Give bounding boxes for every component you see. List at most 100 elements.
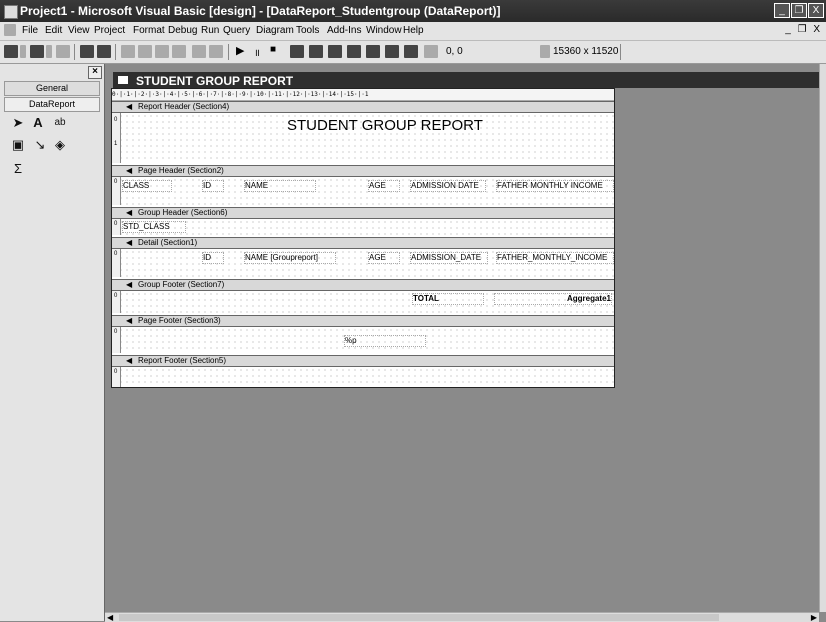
- label-id[interactable]: ID: [202, 180, 224, 192]
- section-label: Report Footer (Section5): [138, 356, 227, 365]
- designer-title-bar: STUDENT GROUP REPORT: [113, 72, 819, 88]
- mdi-window-controls[interactable]: _ ❐ X: [785, 24, 822, 35]
- section-header-group-footer[interactable]: ◀ Group Footer (Section7): [112, 279, 614, 291]
- menu-edit[interactable]: Edit: [45, 25, 62, 36]
- paste-icon[interactable]: [155, 45, 169, 58]
- toolbox-icon[interactable]: [366, 45, 380, 58]
- designer-title: STUDENT GROUP REPORT: [136, 74, 294, 88]
- save-project-icon[interactable]: [97, 45, 111, 58]
- menu-window[interactable]: Window: [366, 25, 402, 36]
- report-design-surface[interactable]: 0·|·1·|·2·|·3·|·4·|·5·|·6·|·7·|·8·|·9·|·…: [111, 88, 615, 388]
- title-bar: Project1 - Microsoft Visual Basic [desig…: [0, 0, 826, 22]
- restore-button[interactable]: ❐: [791, 3, 807, 18]
- vertical-scrollbar[interactable]: [819, 64, 826, 612]
- section-label: Group Footer (Section7): [138, 280, 225, 289]
- start-icon[interactable]: ▶: [236, 44, 244, 57]
- section-arrow-icon: ◀: [126, 316, 133, 325]
- undo-icon[interactable]: [192, 45, 206, 58]
- vb-app-icon[interactable]: [4, 5, 18, 19]
- add-form-icon[interactable]: [30, 45, 44, 58]
- minimize-button[interactable]: _: [774, 3, 790, 18]
- visual-component-manager-icon[interactable]: [404, 45, 418, 58]
- section-header-detail[interactable]: ◀ Detail (Section1): [112, 237, 614, 249]
- section-arrow-icon: ◀: [126, 208, 133, 217]
- section-header-group-header[interactable]: ◀ Group Header (Section6): [112, 207, 614, 219]
- section-header-page-header[interactable]: ◀ Page Header (Section2): [112, 165, 614, 177]
- label-icon[interactable]: A: [30, 116, 46, 130]
- cut-icon[interactable]: [121, 45, 135, 58]
- function-aggregate1[interactable]: Aggregate1: [494, 293, 612, 305]
- break-icon[interactable]: ॥: [254, 45, 260, 59]
- menu-bar: File Edit View Project Format Debug Run …: [0, 22, 826, 41]
- report-header-body[interactable]: 01 STUDENT GROUP REPORT: [112, 113, 614, 163]
- section-header-report-header[interactable]: ◀ Report Header (Section4): [112, 101, 614, 113]
- image-icon[interactable]: ▣: [10, 138, 26, 152]
- detail-body[interactable]: 0 ID NAME [Groupreport] AGE ADMISSION_DA…: [112, 249, 614, 277]
- textbox-name[interactable]: NAME [Groupreport]: [244, 252, 336, 264]
- menu-tools[interactable]: Tools: [296, 25, 319, 36]
- standard-toolbar: ▶ ॥ ■ 0, 0 15360 x 11520: [0, 41, 826, 64]
- section-label: Page Footer (Section3): [138, 316, 221, 325]
- textbox-id[interactable]: ID: [202, 252, 224, 264]
- menu-run[interactable]: Run: [201, 25, 219, 36]
- report-title-label[interactable]: STUDENT GROUP REPORT: [287, 117, 483, 135]
- find-icon[interactable]: [172, 45, 186, 58]
- textbox-father-monthly-income[interactable]: FATHER_MONTHLY_INCOME: [496, 252, 614, 264]
- redo-icon[interactable]: [209, 45, 223, 58]
- label-admission-date[interactable]: ADMISSION DATE: [410, 180, 486, 192]
- label-name[interactable]: NAME: [244, 180, 316, 192]
- mdi-doc-icon[interactable]: [4, 24, 16, 36]
- menu-debug[interactable]: Debug: [168, 25, 197, 36]
- section-header-page-footer[interactable]: ◀ Page Footer (Section3): [112, 315, 614, 327]
- label-father-monthly-income[interactable]: FATHER MONTHLY INCOME: [496, 180, 614, 192]
- close-icon[interactable]: ×: [88, 66, 102, 79]
- end-icon[interactable]: ■: [270, 44, 276, 55]
- menu-editor-icon[interactable]: [56, 45, 70, 58]
- label-class[interactable]: CLASS: [122, 180, 172, 192]
- line-icon[interactable]: ↘: [32, 138, 48, 152]
- page-header-body[interactable]: 0 CLASS ID NAME AGE ADMISSION DATE FATHE…: [112, 177, 614, 205]
- menu-file[interactable]: File: [22, 25, 38, 36]
- menu-query[interactable]: Query: [223, 25, 250, 36]
- group-footer-body[interactable]: 0 TOTAL Aggregate1: [112, 291, 614, 313]
- section-header-report-footer[interactable]: ◀ Report Footer (Section5): [112, 355, 614, 367]
- page-footer-body[interactable]: 0 %p: [112, 327, 614, 353]
- group-header-body[interactable]: 0 STD_CLASS: [112, 219, 614, 235]
- size-icon: [540, 45, 550, 58]
- close-button[interactable]: X: [808, 3, 824, 18]
- object-browser-icon[interactable]: [347, 45, 361, 58]
- label-age[interactable]: AGE: [368, 180, 400, 192]
- menu-project[interactable]: Project: [94, 25, 125, 36]
- properties-window-icon[interactable]: [309, 45, 323, 58]
- menu-add-ins[interactable]: Add-Ins: [327, 25, 361, 36]
- function-icon[interactable]: Σ: [10, 162, 26, 176]
- label-page-number[interactable]: %p: [344, 335, 426, 347]
- report-footer-body[interactable]: 0: [112, 367, 614, 387]
- menu-help[interactable]: Help: [403, 25, 424, 36]
- shape-icon[interactable]: ◈: [52, 138, 68, 152]
- dropdown-arrow-icon[interactable]: [20, 45, 26, 58]
- dropdown-arrow-icon[interactable]: [46, 45, 52, 58]
- form-layout-icon[interactable]: [328, 45, 342, 58]
- textbox-age[interactable]: AGE: [368, 252, 400, 264]
- textbox-admission-date[interactable]: ADMISSION_DATE: [410, 252, 488, 264]
- label-total[interactable]: TOTAL: [412, 293, 484, 305]
- section-arrow-icon: ◀: [126, 280, 133, 289]
- data-view-icon[interactable]: [385, 45, 399, 58]
- copy-icon[interactable]: [138, 45, 152, 58]
- menu-view[interactable]: View: [68, 25, 90, 36]
- toolbox-panel: × General DataReport ➤ A ab ▣ ↘ ◈ Σ: [0, 64, 105, 621]
- menu-format[interactable]: Format: [133, 25, 165, 36]
- tab-datareport[interactable]: DataReport: [4, 97, 100, 112]
- project-explorer-icon[interactable]: [290, 45, 304, 58]
- textbox-std-class[interactable]: STD_CLASS: [122, 221, 186, 233]
- add-project-icon[interactable]: [4, 45, 18, 58]
- pointer-icon[interactable]: ➤: [10, 116, 26, 130]
- open-project-icon[interactable]: [80, 45, 94, 58]
- menu-diagram[interactable]: Diagram: [256, 25, 294, 36]
- toolbar-separator: [620, 44, 621, 60]
- tab-general[interactable]: General: [4, 81, 100, 96]
- textbox-icon[interactable]: ab: [52, 116, 68, 130]
- size-readout: 15360 x 11520: [553, 46, 619, 57]
- scrollbar-thumb[interactable]: [119, 614, 719, 621]
